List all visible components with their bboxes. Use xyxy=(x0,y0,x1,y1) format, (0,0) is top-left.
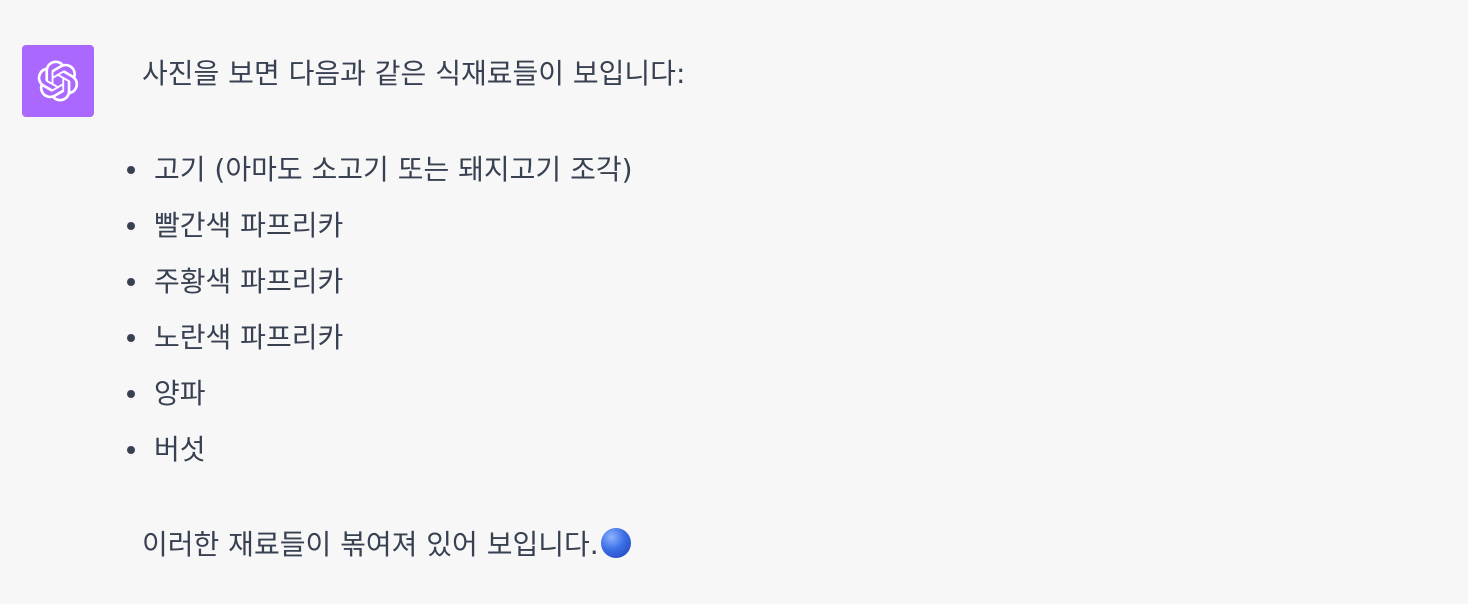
bullet-icon xyxy=(127,446,135,454)
typing-cursor-icon xyxy=(600,528,631,558)
list-item: 빨간색 파프리카 xyxy=(0,206,900,246)
list-item: 주황색 파프리카 xyxy=(0,262,900,302)
assistant-message: 사진을 보면 다음과 같은 식재료들이 보입니다: 고기 (아마도 소고기 또는… xyxy=(0,0,1468,604)
list-item-text: 빨간색 파프리카 xyxy=(154,209,344,242)
list-item-text: 노란색 파프리카 xyxy=(154,321,344,354)
outro-text: 이러한 재료들이 볶여져 있어 보입니다. xyxy=(142,528,599,561)
list-item: 양파 xyxy=(0,374,900,414)
bullet-icon xyxy=(127,166,135,174)
intro-text: 사진을 보면 다음과 같은 식재료들이 보입니다: xyxy=(142,57,686,90)
list-item-text: 버섯 xyxy=(154,433,206,466)
bullet-icon xyxy=(127,278,135,286)
list-item-text: 양파 xyxy=(154,377,206,410)
bullet-icon xyxy=(127,334,135,342)
list-item: 버섯 xyxy=(0,430,900,470)
bullet-icon xyxy=(127,222,135,230)
list-item-text: 고기 (아마도 소고기 또는 돼지고기 조각) xyxy=(154,153,633,186)
list-item: 노란색 파프리카 xyxy=(0,318,900,358)
bullet-icon xyxy=(127,390,135,398)
outro-paragraph: 이러한 재료들이 볶여져 있어 보입니다. xyxy=(142,525,631,565)
list-item-text: 주황색 파프리카 xyxy=(154,265,344,298)
list-item: 고기 (아마도 소고기 또는 돼지고기 조각) xyxy=(0,150,900,190)
message-content: 사진을 보면 다음과 같은 식재료들이 보입니다: 고기 (아마도 소고기 또는… xyxy=(0,0,1468,604)
